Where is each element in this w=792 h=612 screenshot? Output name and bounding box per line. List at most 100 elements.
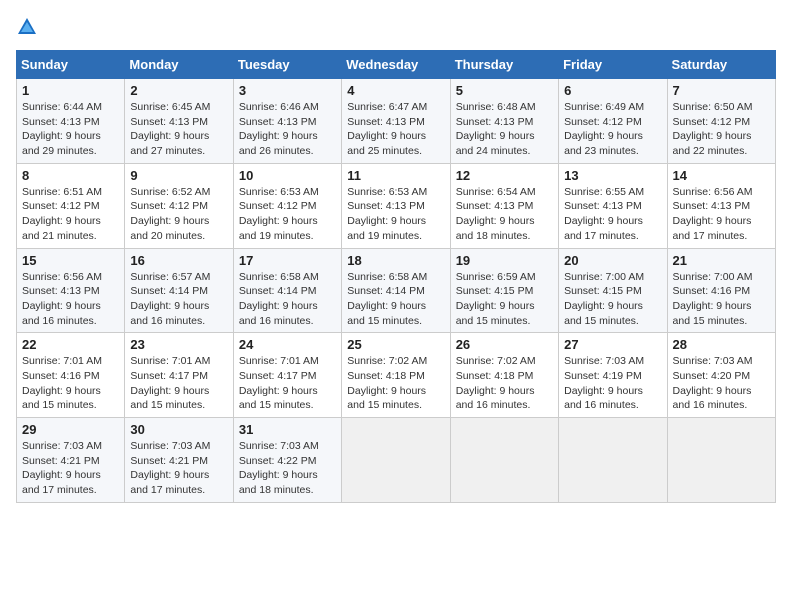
weekday-header: Wednesday [342, 51, 450, 79]
calendar-cell: 19Sunrise: 6:59 AMSunset: 4:15 PMDayligh… [450, 248, 558, 333]
day-info: Sunrise: 6:54 AMSunset: 4:13 PMDaylight:… [456, 185, 553, 244]
day-number: 12 [456, 168, 553, 183]
day-number: 24 [239, 337, 336, 352]
day-number: 22 [22, 337, 119, 352]
day-info: Sunrise: 7:03 AMSunset: 4:22 PMDaylight:… [239, 439, 336, 498]
day-info: Sunrise: 6:55 AMSunset: 4:13 PMDaylight:… [564, 185, 661, 244]
calendar-cell: 23 Sunrise: 7:01 AMSunset: 4:17 PMDayligh… [125, 333, 233, 418]
day-info: Sunrise: 6:57 AMSunset: 4:14 PMDaylight:… [130, 270, 227, 329]
day-info: Sunrise: 7:03 AMSunset: 4:19 PMDaylight:… [564, 354, 661, 413]
day-number: 26 [456, 337, 553, 352]
calendar-cell: 14 Sunrise: 6:56 AMSunset: 4:13 PMDayligh… [667, 163, 775, 248]
calendar-cell: 13 Sunrise: 6:55 AMSunset: 4:13 PMDayligh… [559, 163, 667, 248]
day-number: 5 [456, 83, 553, 98]
calendar-cell [667, 418, 775, 503]
day-number: 30 [130, 422, 227, 437]
day-info: Sunrise: 7:02 AMSunset: 4:18 PMDaylight:… [347, 354, 444, 413]
calendar-cell: 8 Sunrise: 6:51 AMSunset: 4:12 PMDaylight… [17, 163, 125, 248]
calendar-cell: 31 Sunrise: 7:03 AMSunset: 4:22 PMDayligh… [233, 418, 341, 503]
day-number: 25 [347, 337, 444, 352]
logo [16, 16, 40, 38]
day-info: Sunrise: 6:49 AMSunset: 4:12 PMDaylight:… [564, 100, 661, 159]
calendar-cell: 11Sunrise: 6:53 AMSunset: 4:13 PMDayligh… [342, 163, 450, 248]
calendar: SundayMondayTuesdayWednesdayThursdayFrid… [16, 50, 776, 503]
day-info: Sunrise: 7:01 AMSunset: 4:17 PMDaylight:… [130, 354, 227, 413]
day-number: 3 [239, 83, 336, 98]
day-number: 6 [564, 83, 661, 98]
day-number: 27 [564, 337, 661, 352]
day-info: Sunrise: 7:01 AMSunset: 4:16 PMDaylight:… [22, 354, 119, 413]
calendar-cell: 28 Sunrise: 7:03 AMSunset: 4:20 PMDayligh… [667, 333, 775, 418]
day-number: 11 [347, 168, 444, 183]
calendar-cell: 29 Sunrise: 7:03 AMSunset: 4:21 PMDayligh… [17, 418, 125, 503]
day-info: Sunrise: 7:01 AMSunset: 4:17 PMDaylight:… [239, 354, 336, 413]
day-number: 20 [564, 253, 661, 268]
calendar-week-row: 8 Sunrise: 6:51 AMSunset: 4:12 PMDaylight… [17, 163, 776, 248]
calendar-cell: 6 Sunrise: 6:49 AMSunset: 4:12 PMDaylight… [559, 79, 667, 164]
day-number: 18 [347, 253, 444, 268]
weekday-header: Friday [559, 51, 667, 79]
weekday-header: Sunday [17, 51, 125, 79]
weekday-header: Thursday [450, 51, 558, 79]
day-number: 17 [239, 253, 336, 268]
calendar-cell: 21 Sunrise: 7:00 AMSunset: 4:16 PMDayligh… [667, 248, 775, 333]
day-number: 8 [22, 168, 119, 183]
calendar-cell: 12 Sunrise: 6:54 AMSunset: 4:13 PMDayligh… [450, 163, 558, 248]
calendar-week-row: 29 Sunrise: 7:03 AMSunset: 4:21 PMDayligh… [17, 418, 776, 503]
calendar-cell: 2Sunrise: 6:45 AMSunset: 4:13 PMDaylight… [125, 79, 233, 164]
day-info: Sunrise: 6:58 AMSunset: 4:14 PMDaylight:… [347, 270, 444, 329]
day-info: Sunrise: 6:48 AMSunset: 4:13 PMDaylight:… [456, 100, 553, 159]
day-info: Sunrise: 7:00 AMSunset: 4:16 PMDaylight:… [673, 270, 770, 329]
calendar-cell: 5 Sunrise: 6:48 AMSunset: 4:13 PMDaylight… [450, 79, 558, 164]
day-number: 1 [22, 83, 119, 98]
day-info: Sunrise: 7:03 AMSunset: 4:20 PMDaylight:… [673, 354, 770, 413]
calendar-cell: 20 Sunrise: 7:00 AMSunset: 4:15 PMDayligh… [559, 248, 667, 333]
day-number: 21 [673, 253, 770, 268]
day-info: Sunrise: 6:45 AMSunset: 4:13 PMDaylight:… [130, 100, 227, 159]
day-number: 13 [564, 168, 661, 183]
day-info: Sunrise: 7:03 AMSunset: 4:21 PMDaylight:… [22, 439, 119, 498]
calendar-cell: 24 Sunrise: 7:01 AMSunset: 4:17 PMDayligh… [233, 333, 341, 418]
logo-icon [16, 16, 38, 38]
calendar-cell: 9 Sunrise: 6:52 AMSunset: 4:12 PMDaylight… [125, 163, 233, 248]
day-number: 7 [673, 83, 770, 98]
day-info: Sunrise: 6:44 AMSunset: 4:13 PMDaylight:… [22, 100, 119, 159]
weekday-header: Saturday [667, 51, 775, 79]
day-number: 23 [130, 337, 227, 352]
calendar-cell: 10 Sunrise: 6:53 AMSunset: 4:12 PMDayligh… [233, 163, 341, 248]
day-info: Sunrise: 7:02 AMSunset: 4:18 PMDaylight:… [456, 354, 553, 413]
weekday-header: Tuesday [233, 51, 341, 79]
calendar-cell [450, 418, 558, 503]
day-info: Sunrise: 7:00 AMSunset: 4:15 PMDaylight:… [564, 270, 661, 329]
day-number: 29 [22, 422, 119, 437]
calendar-cell: 26 Sunrise: 7:02 AMSunset: 4:18 PMDayligh… [450, 333, 558, 418]
calendar-cell: 7Sunrise: 6:50 AMSunset: 4:12 PMDaylight… [667, 79, 775, 164]
day-number: 28 [673, 337, 770, 352]
day-number: 15 [22, 253, 119, 268]
day-info: Sunrise: 7:03 AMSunset: 4:21 PMDaylight:… [130, 439, 227, 498]
calendar-cell [342, 418, 450, 503]
day-number: 14 [673, 168, 770, 183]
day-info: Sunrise: 6:56 AMSunset: 4:13 PMDaylight:… [22, 270, 119, 329]
day-info: Sunrise: 6:56 AMSunset: 4:13 PMDaylight:… [673, 185, 770, 244]
calendar-cell: 4 Sunrise: 6:47 AMSunset: 4:13 PMDaylight… [342, 79, 450, 164]
page-header [16, 16, 776, 38]
day-info: Sunrise: 6:47 AMSunset: 4:13 PMDaylight:… [347, 100, 444, 159]
day-number: 10 [239, 168, 336, 183]
weekday-header-row: SundayMondayTuesdayWednesdayThursdayFrid… [17, 51, 776, 79]
weekday-header: Monday [125, 51, 233, 79]
day-info: Sunrise: 6:46 AMSunset: 4:13 PMDaylight:… [239, 100, 336, 159]
calendar-cell: 27 Sunrise: 7:03 AMSunset: 4:19 PMDayligh… [559, 333, 667, 418]
day-info: Sunrise: 6:53 AMSunset: 4:12 PMDaylight:… [239, 185, 336, 244]
calendar-cell: 1 Sunrise: 6:44 AMSunset: 4:13 PMDaylight… [17, 79, 125, 164]
day-number: 9 [130, 168, 227, 183]
day-info: Sunrise: 6:51 AMSunset: 4:12 PMDaylight:… [22, 185, 119, 244]
day-number: 31 [239, 422, 336, 437]
day-number: 4 [347, 83, 444, 98]
calendar-week-row: 15 Sunrise: 6:56 AMSunset: 4:13 PMDayligh… [17, 248, 776, 333]
calendar-cell: 30 Sunrise: 7:03 AMSunset: 4:21 PMDayligh… [125, 418, 233, 503]
day-info: Sunrise: 6:52 AMSunset: 4:12 PMDaylight:… [130, 185, 227, 244]
day-info: Sunrise: 6:58 AMSunset: 4:14 PMDaylight:… [239, 270, 336, 329]
calendar-cell: 17 Sunrise: 6:58 AMSunset: 4:14 PMDayligh… [233, 248, 341, 333]
day-info: Sunrise: 6:59 AMSunset: 4:15 PMDaylight:… [456, 270, 553, 329]
